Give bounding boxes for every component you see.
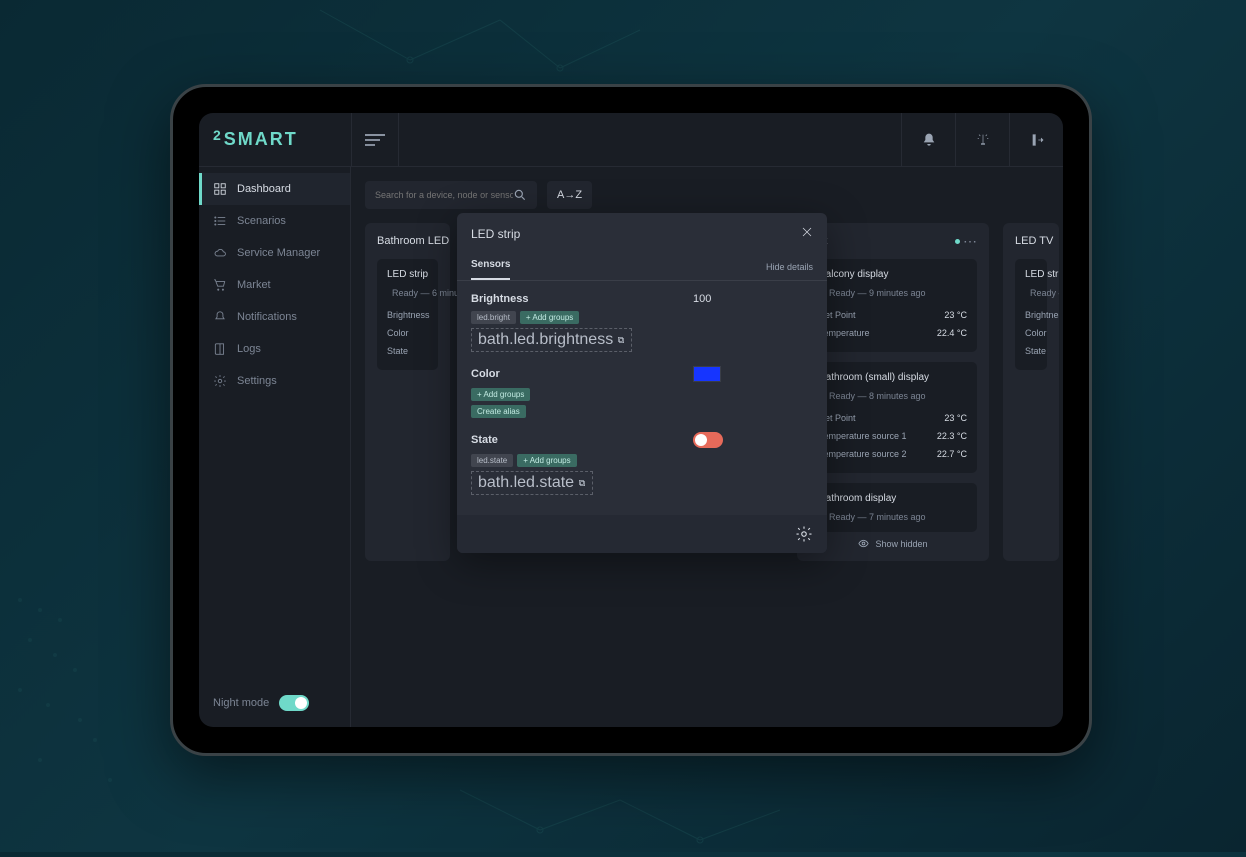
bell-icon bbox=[213, 310, 227, 324]
app-screen: 2SMART bbox=[199, 113, 1063, 727]
night-mode-row: Night mode bbox=[199, 695, 350, 727]
search-input[interactable] bbox=[375, 190, 513, 200]
node-card-balcony: Balcony display Ready — 9 minutes ago Se… bbox=[809, 259, 977, 352]
night-mode-toggle[interactable] bbox=[279, 695, 309, 711]
sort-label: A→Z bbox=[557, 189, 582, 201]
signal-icon bbox=[975, 132, 991, 148]
sidebar-item-settings[interactable]: Settings bbox=[199, 365, 350, 397]
create-alias-button[interactable]: Create alias bbox=[471, 405, 526, 418]
property-state: State led.state + Add groups bath.led.st… bbox=[471, 432, 813, 495]
alias-tag[interactable]: led.bright bbox=[471, 311, 516, 324]
status-line: Ready — 9 minutes ago bbox=[819, 288, 967, 298]
add-groups-button[interactable]: + Add groups bbox=[471, 388, 530, 401]
node-card: LED strip Ready — 6 minutes Brightness C… bbox=[377, 259, 438, 370]
device-card-bathroom-led[interactable]: Bathroom LED LED strip Ready — 6 minutes… bbox=[365, 223, 450, 561]
sidebar-item-dashboard[interactable]: Dashboard bbox=[199, 173, 350, 205]
sidebar-item-logs[interactable]: Logs bbox=[199, 333, 350, 365]
list-icon bbox=[213, 214, 227, 228]
cart-icon bbox=[213, 278, 227, 292]
cloud-icon bbox=[213, 246, 227, 260]
eye-icon bbox=[858, 538, 869, 549]
sidebar-item-service-manager[interactable]: Service Manager bbox=[199, 237, 350, 269]
copy-icon bbox=[617, 336, 625, 344]
logo: 2SMART bbox=[199, 129, 351, 150]
signal-button[interactable] bbox=[955, 113, 1009, 166]
gear-icon bbox=[213, 374, 227, 388]
sidebar-item-label: Dashboard bbox=[237, 183, 291, 195]
close-icon bbox=[801, 226, 813, 238]
property-brightness: Brightness 100 led.bright + Add groups b… bbox=[471, 293, 813, 352]
show-hidden-button[interactable]: Show hidden bbox=[809, 538, 977, 549]
card-header: Flat ⋯ bbox=[809, 235, 977, 247]
sidebar-item-label: Scenarios bbox=[237, 215, 286, 227]
card-title: Bathroom LED bbox=[377, 235, 438, 247]
property-color: Color + Add groups Create alias bbox=[471, 366, 813, 418]
device-card-led-tv[interactable]: LED TV LED strip Ready — 6 Brightness Co… bbox=[1003, 223, 1059, 561]
node-name: Bathroom display bbox=[819, 493, 967, 504]
search-box[interactable] bbox=[365, 181, 537, 209]
sidebar-item-label: Market bbox=[237, 279, 271, 291]
alias-tag[interactable]: led.state bbox=[471, 454, 513, 467]
property-label: State bbox=[471, 434, 498, 446]
sidebar-item-label: Logs bbox=[237, 343, 261, 355]
sidebar-item-scenarios[interactable]: Scenarios bbox=[199, 205, 350, 237]
node-card-bathroom: Bathroom display Ready — 7 minutes ago bbox=[809, 483, 977, 532]
logout-icon bbox=[1029, 132, 1045, 148]
hamburger-icon bbox=[365, 133, 385, 147]
sidebar-item-label: Service Manager bbox=[237, 247, 320, 259]
search-icon bbox=[513, 188, 527, 202]
settings-button[interactable] bbox=[795, 525, 813, 543]
sidebar-item-market[interactable]: Market bbox=[199, 269, 350, 301]
node-card: LED strip Ready — 6 Brightness Color Sta… bbox=[1015, 259, 1047, 370]
modal-title: LED strip bbox=[471, 227, 520, 241]
node-name: LED strip bbox=[1025, 269, 1037, 280]
dashboard-icon bbox=[213, 182, 227, 196]
logout-button[interactable] bbox=[1009, 113, 1063, 166]
node-card-bathroom-small: Bathroom (small) display Ready — 8 minut… bbox=[809, 362, 977, 473]
sidebar: Dashboard Scenarios Service Manager Mark… bbox=[199, 167, 351, 727]
node-name: Balcony display bbox=[819, 269, 967, 280]
path-tag[interactable]: bath.led.state bbox=[471, 471, 593, 495]
app-bar: 2SMART bbox=[199, 113, 1063, 167]
sidebar-item-label: Settings bbox=[237, 375, 277, 387]
status-dot-icon bbox=[955, 239, 960, 244]
property-value[interactable]: 100 bbox=[693, 293, 813, 305]
book-icon bbox=[213, 342, 227, 356]
hide-details-button[interactable]: Hide details bbox=[766, 262, 813, 272]
state-toggle[interactable] bbox=[693, 432, 723, 448]
node-details-modal: LED strip Sensors Hide details Brightnes… bbox=[457, 213, 827, 553]
more-icon[interactable]: ⋯ bbox=[963, 237, 977, 245]
node-name: Bathroom (small) display bbox=[819, 372, 967, 383]
close-button[interactable] bbox=[801, 225, 813, 243]
hamburger-menu-button[interactable] bbox=[351, 113, 399, 166]
sort-button[interactable]: A→Z bbox=[547, 181, 592, 209]
card-title: LED TV bbox=[1015, 235, 1047, 247]
node-name: LED strip bbox=[387, 269, 428, 280]
copy-icon bbox=[578, 479, 586, 487]
color-swatch[interactable] bbox=[693, 366, 721, 382]
sidebar-item-label: Notifications bbox=[237, 311, 297, 323]
property-label: Brightness bbox=[471, 293, 528, 305]
property-label: Color bbox=[471, 368, 500, 380]
add-groups-button[interactable]: + Add groups bbox=[517, 454, 576, 467]
tab-sensors[interactable]: Sensors bbox=[471, 253, 510, 280]
tablet-frame: 2SMART bbox=[170, 84, 1092, 756]
notifications-button[interactable] bbox=[901, 113, 955, 166]
status-line: Ready — 7 minutes ago bbox=[819, 512, 967, 522]
add-groups-button[interactable]: + Add groups bbox=[520, 311, 579, 324]
bell-icon bbox=[921, 132, 937, 148]
status-line: Ready — 6 bbox=[1025, 288, 1037, 298]
path-tag[interactable]: bath.led.brightness bbox=[471, 328, 632, 352]
status-line: Ready — 8 minutes ago bbox=[819, 391, 967, 401]
night-mode-label: Night mode bbox=[213, 697, 269, 709]
sidebar-item-notifications[interactable]: Notifications bbox=[199, 301, 350, 333]
status-line: Ready — 6 minutes bbox=[387, 288, 428, 298]
